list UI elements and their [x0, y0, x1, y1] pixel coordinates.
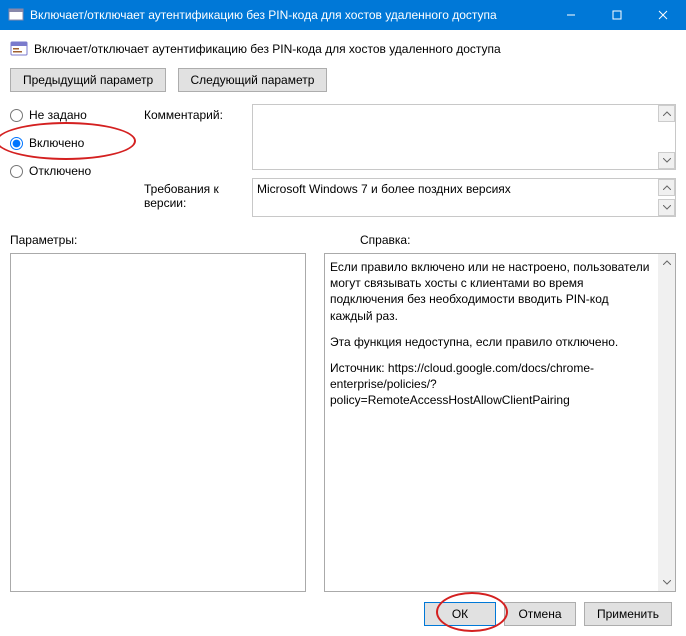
- titlebar: Включает/отключает аутентификацию без PI…: [0, 0, 686, 30]
- scroll-up-button[interactable]: [658, 105, 675, 122]
- dialog-footer: ОК Отмена Применить: [10, 592, 676, 636]
- close-button[interactable]: [640, 0, 686, 30]
- policy-icon: [10, 40, 28, 58]
- comment-textarea[interactable]: [252, 104, 676, 170]
- scroll-up-button[interactable]: [658, 179, 675, 196]
- parameters-label: Параметры:: [10, 233, 360, 247]
- radio-not-configured[interactable]: Не задано: [10, 104, 136, 126]
- help-paragraph: Если правило включено или не настроено, …: [330, 259, 653, 324]
- scroll-down-button[interactable]: [658, 152, 675, 169]
- policy-header: Включает/отключает аутентификацию без PI…: [10, 40, 676, 58]
- help-paragraph: Эта функция недоступна, если правило отк…: [330, 334, 653, 350]
- cancel-button[interactable]: Отмена: [504, 602, 576, 626]
- app-icon: [8, 7, 24, 23]
- radio-not-configured-label: Не задано: [29, 108, 87, 122]
- scroll-down-button[interactable]: [658, 199, 675, 216]
- radio-enabled[interactable]: Включено: [10, 132, 136, 154]
- help-paragraph: Источник: https://cloud.google.com/docs/…: [330, 360, 653, 409]
- policy-title: Включает/отключает аутентификацию без PI…: [34, 42, 501, 56]
- parameters-content: [16, 259, 283, 586]
- maximize-button[interactable]: [594, 0, 640, 30]
- previous-setting-button[interactable]: Предыдущий параметр: [10, 68, 166, 92]
- state-radio-group: Не задано Включено Отключено: [10, 104, 136, 217]
- parameters-panel[interactable]: [10, 253, 306, 592]
- minimize-button[interactable]: [548, 0, 594, 30]
- help-label: Справка:: [360, 233, 410, 247]
- radio-enabled-label: Включено: [29, 136, 84, 150]
- version-value: Microsoft Windows 7 и более поздних верс…: [257, 182, 511, 196]
- comment-label: Комментарий:: [144, 104, 252, 122]
- scroll-up-button[interactable]: [658, 254, 675, 271]
- radio-disabled-label: Отключено: [29, 164, 91, 178]
- ok-button[interactable]: ОК: [424, 602, 496, 626]
- version-label: Требования к версии:: [144, 178, 252, 210]
- scroll-down-button[interactable]: [658, 574, 675, 591]
- next-setting-button[interactable]: Следующий параметр: [178, 68, 328, 92]
- radio-not-configured-input[interactable]: [10, 109, 23, 122]
- radio-disabled-input[interactable]: [10, 165, 23, 178]
- help-panel[interactable]: Если правило включено или не настроено, …: [324, 253, 676, 592]
- nav-row: Предыдущий параметр Следующий параметр: [10, 68, 676, 92]
- help-scrollbar[interactable]: [658, 254, 675, 591]
- radio-disabled[interactable]: Отключено: [10, 160, 136, 182]
- apply-button[interactable]: Применить: [584, 602, 672, 626]
- radio-enabled-input[interactable]: [10, 137, 23, 150]
- version-field[interactable]: Microsoft Windows 7 и более поздних верс…: [252, 178, 676, 217]
- window-title: Включает/отключает аутентификацию без PI…: [30, 8, 548, 22]
- help-content: Если правило включено или не настроено, …: [330, 259, 653, 586]
